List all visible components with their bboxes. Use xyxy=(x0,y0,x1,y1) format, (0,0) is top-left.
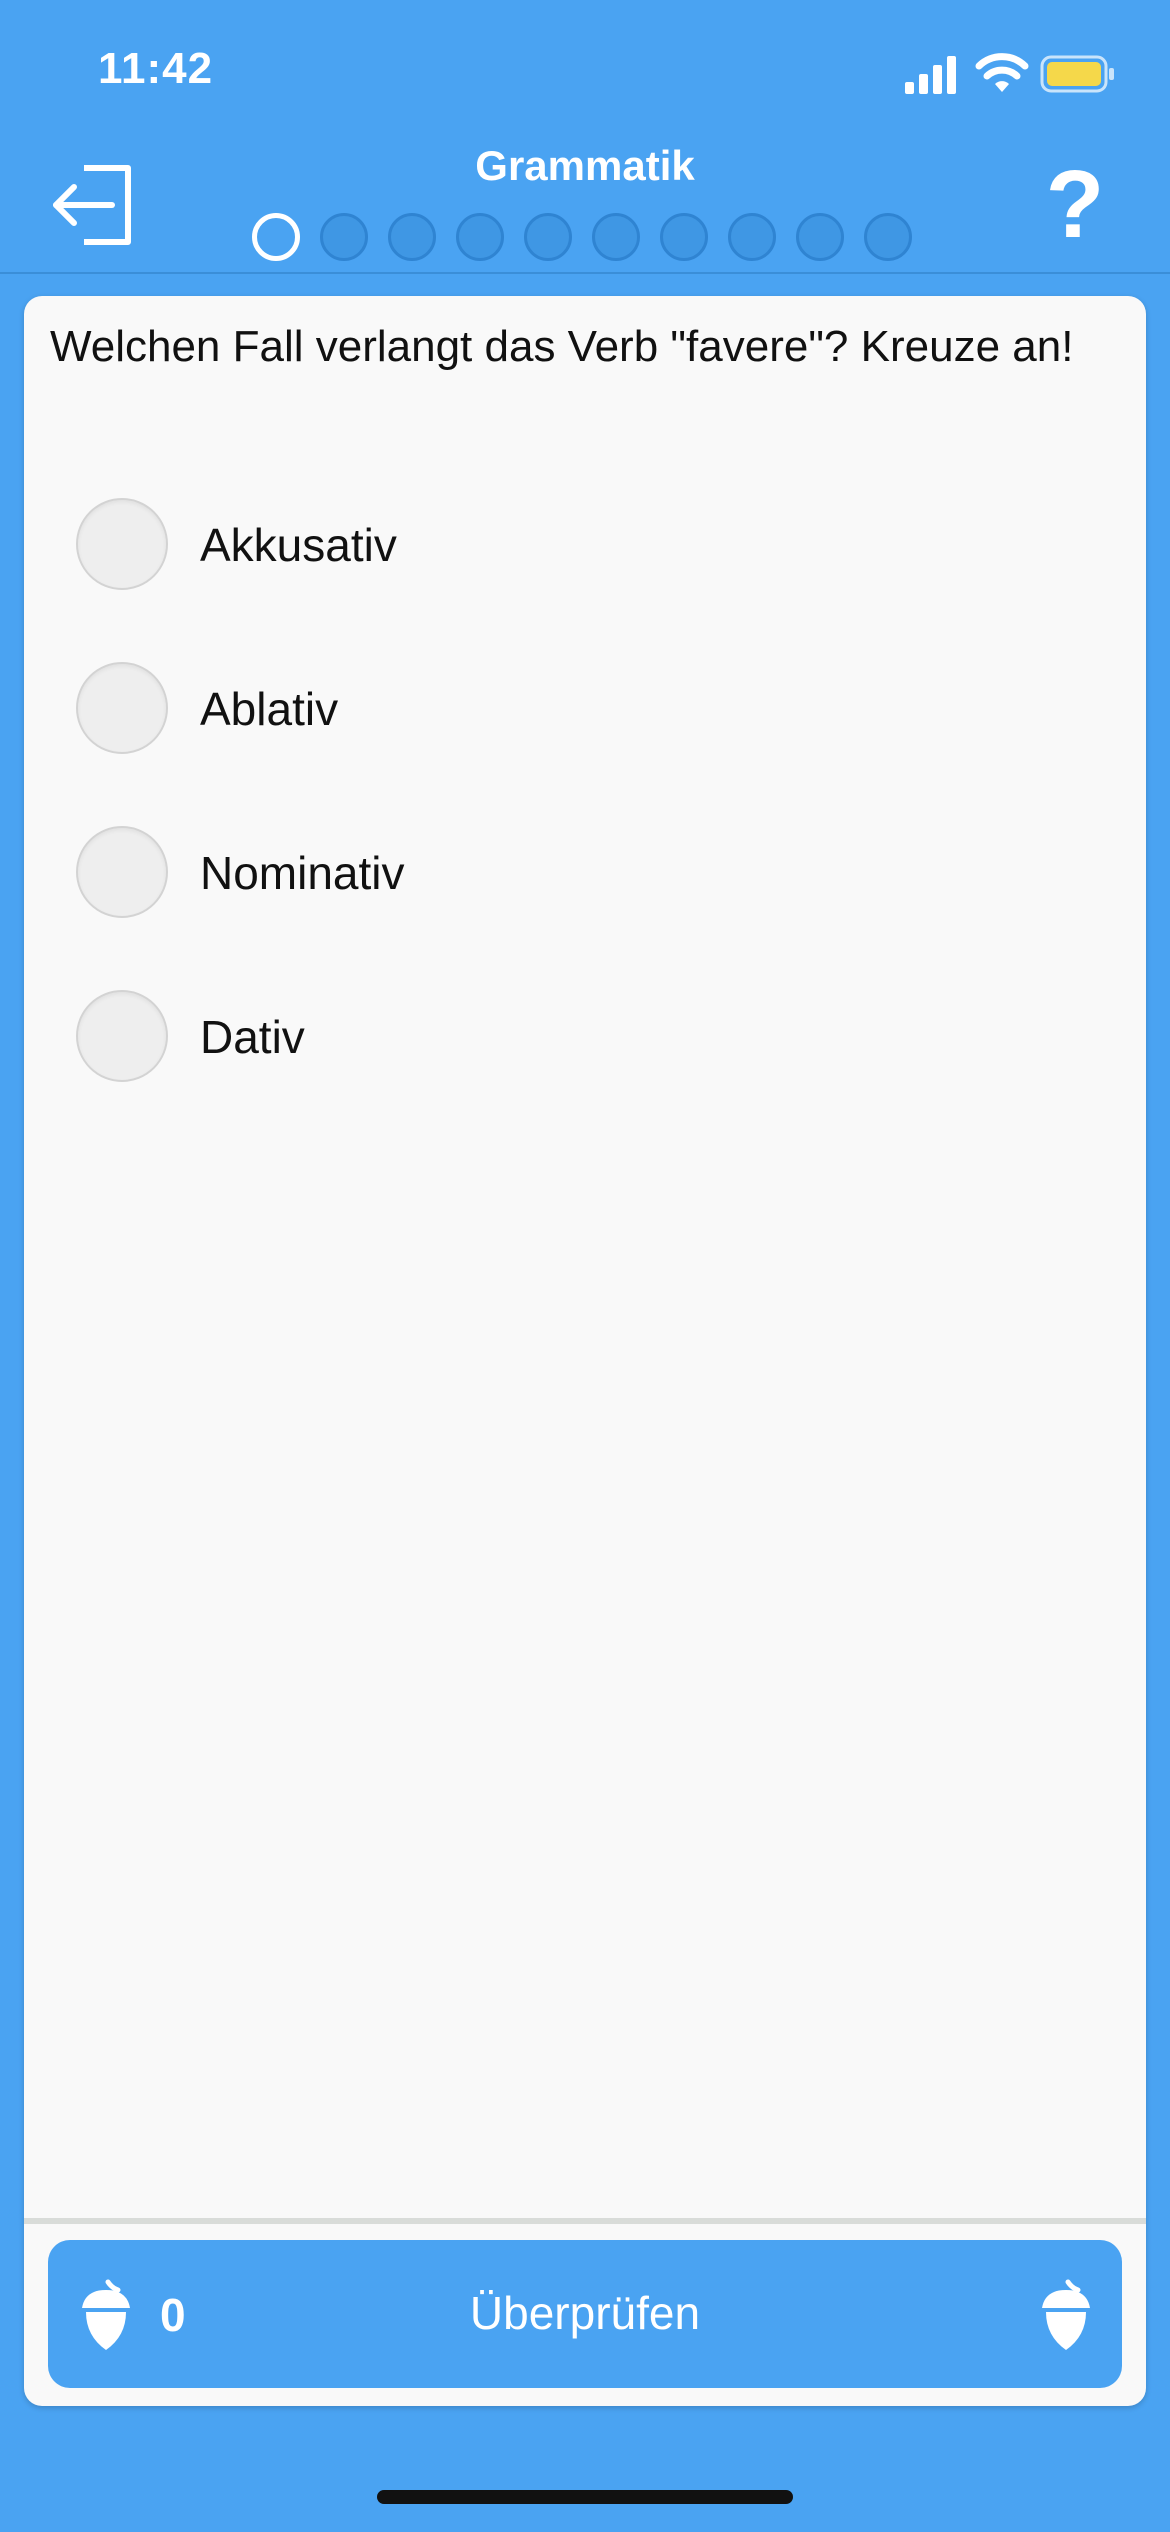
page-title: Grammatik xyxy=(475,142,695,189)
footer-divider xyxy=(24,2218,1146,2224)
answer-option-akkusativ[interactable]: Akkusativ xyxy=(76,498,1076,594)
acorn-icon xyxy=(1042,2279,1090,2350)
answer-option-nominativ[interactable]: Nominativ xyxy=(76,826,1076,922)
radio-button[interactable] xyxy=(76,990,168,1082)
progress-indicator xyxy=(252,213,922,267)
question-card: Welchen Fall verlangt das Verb "favere"?… xyxy=(24,296,1146,2406)
answer-option-ablativ[interactable]: Ablativ xyxy=(76,662,1076,758)
answer-option-label: Akkusativ xyxy=(200,519,397,571)
question-text: Welchen Fall verlangt das Verb "favere"?… xyxy=(50,322,1074,371)
progress-dot xyxy=(796,213,844,261)
radio-button[interactable] xyxy=(76,826,168,918)
progress-dot xyxy=(388,213,436,261)
nav-divider xyxy=(0,272,1170,274)
progress-dot xyxy=(456,213,504,261)
check-button-label: Überprüfen xyxy=(469,2287,701,2339)
progress-dot xyxy=(864,213,912,261)
check-button[interactable]: 0 Überprüfen xyxy=(48,2240,1122,2388)
answer-option-label: Dativ xyxy=(200,1011,305,1063)
progress-dot-current xyxy=(252,213,300,261)
battery-icon xyxy=(1040,55,1114,93)
progress-dot xyxy=(728,213,776,261)
cellular-signal-icon xyxy=(905,56,956,94)
progress-dot xyxy=(320,213,368,261)
answer-option-label: Nominativ xyxy=(200,847,405,899)
progress-dot xyxy=(660,213,708,261)
status-bar: 11:42 xyxy=(0,0,1170,140)
radio-button[interactable] xyxy=(76,662,168,754)
help-button[interactable]: ? xyxy=(1030,155,1120,255)
home-indicator[interactable] xyxy=(377,2490,793,2504)
answer-option-label: Ablativ xyxy=(200,683,339,735)
progress-dot xyxy=(524,213,572,261)
wifi-icon xyxy=(975,53,1029,92)
answer-option-dativ[interactable]: Dativ xyxy=(76,990,1076,1086)
progress-dot xyxy=(592,213,640,261)
status-time: 11:42 xyxy=(98,44,214,93)
radio-button[interactable] xyxy=(76,498,168,590)
